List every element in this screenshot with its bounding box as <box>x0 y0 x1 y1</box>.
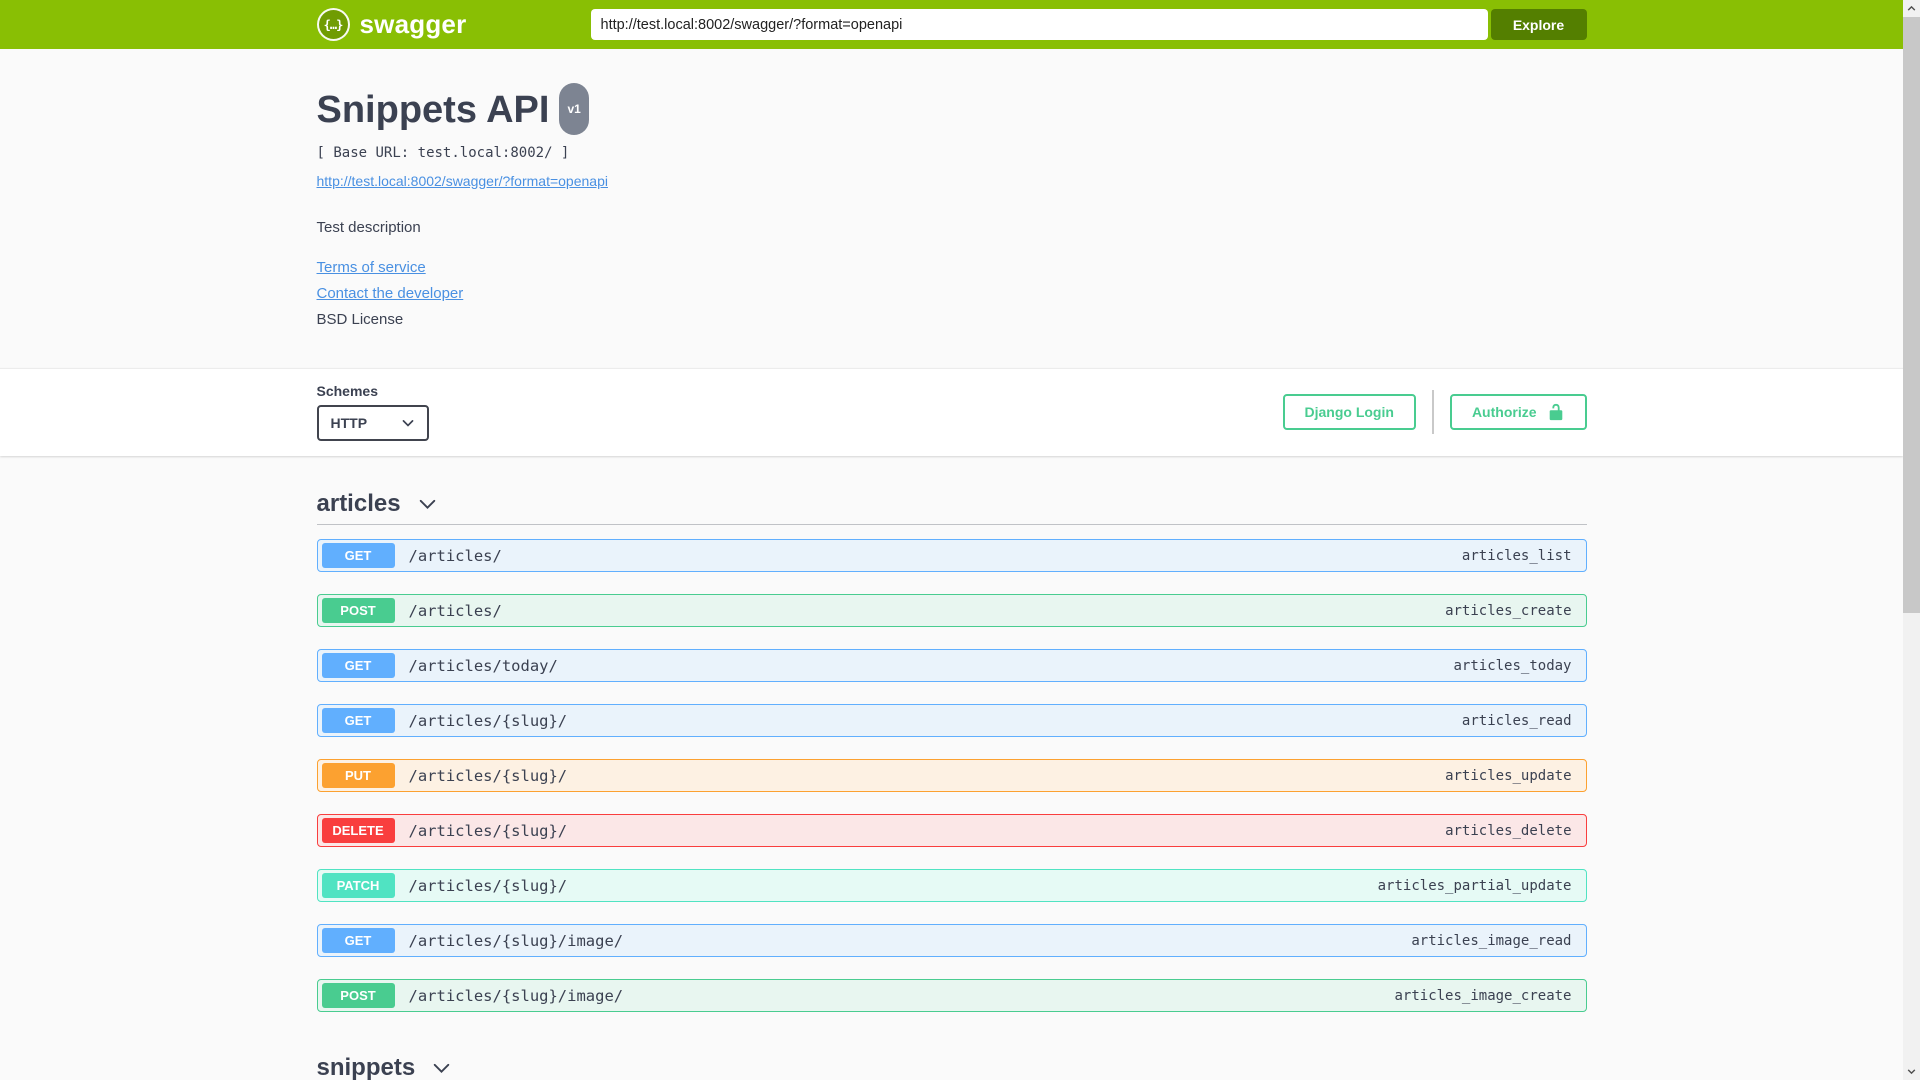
opblock-articles_update[interactable]: PUT/articles/{slug}/ articles_update <box>316 759 1587 792</box>
method-badge: POST <box>321 598 395 623</box>
api-description: Test description <box>316 219 421 236</box>
operation-path: /articles/ <box>408 546 502 565</box>
schemes-label: Schemes <box>316 383 378 399</box>
scrollbar-down-button[interactable] <box>1903 1063 1920 1080</box>
chevron-down-icon <box>419 499 435 509</box>
chevron-down-icon <box>402 420 413 427</box>
schemes-block: Schemes HTTP <box>316 383 429 441</box>
opblock-articles_read[interactable]: GET/articles/{slug}/ articles_read <box>316 704 1587 737</box>
opblock-articles_list[interactable]: GET/articles/articles_list <box>316 539 1587 572</box>
swagger-logo-icon: {…} <box>316 8 350 41</box>
brand-name: swagger <box>359 9 467 39</box>
operation-path: /articles/today/ <box>408 656 558 675</box>
operation-id: articles_delete <box>1445 822 1572 839</box>
method-badge: GET <box>321 928 395 953</box>
method-badge: PATCH <box>321 873 395 898</box>
tag-header-articles[interactable]: articles <box>316 490 1587 525</box>
scrollbar-thumb[interactable] <box>1903 17 1920 613</box>
django-login-label: Django Login <box>1304 404 1394 420</box>
operation-path: /articles/ <box>408 601 502 620</box>
method-badge: GET <box>321 708 395 733</box>
operation-id: articles_list <box>1461 547 1572 564</box>
method-badge: PUT <box>321 763 395 788</box>
tag-operations: GET/articles/articles_list POST/articles/… <box>316 539 1587 1012</box>
contact-developer-link[interactable]: Contact the developer <box>317 285 1587 302</box>
unlock-icon <box>1549 403 1562 421</box>
api-tag-section-articles: articles GET/articles/articles_list POST/a… <box>316 490 1587 1012</box>
method-badge: GET <box>321 543 395 568</box>
opblock-articles_delete[interactable]: DELETE/articles/{slug}/ articles_delete <box>316 814 1587 847</box>
operation-id: articles_image_read <box>1411 932 1572 949</box>
terms-of-service-link[interactable]: Terms of service <box>317 259 1587 276</box>
scheme-container: Schemes HTTP Django Login Authorize <box>0 368 1903 456</box>
auth-divider <box>1431 390 1434 434</box>
operation-id: articles_image_create <box>1394 987 1572 1004</box>
authorize-label: Authorize <box>1471 404 1537 420</box>
tag-header-snippets[interactable]: snippets <box>317 1054 1587 1080</box>
auth-wrapper: Django Login Authorize <box>1282 390 1587 434</box>
method-badge: GET <box>321 653 395 678</box>
opblock-articles_partial_update[interactable]: PATCH/articles/{slug}/ articles_partial_u… <box>316 869 1587 902</box>
operation-path: /articles/{slug}/image/ <box>408 986 624 1005</box>
topbar: {…} swagger Explore <box>0 0 1903 49</box>
chevron-down-icon <box>1907 1069 1916 1075</box>
opblock-articles_image_read[interactable]: GET/articles/{slug}/image/articles_image… <box>316 924 1587 957</box>
explore-button[interactable]: Explore <box>1490 9 1587 40</box>
operation-id: articles_partial_update <box>1377 877 1572 894</box>
operations-list: articles GET/articles/articles_list POST/a… <box>316 456 1587 1080</box>
browser-viewport: {…} swagger Explore Snippets APIv1 [ Bas… <box>0 0 1920 1080</box>
tag-name: articles <box>316 490 401 517</box>
django-login-button[interactable]: Django Login <box>1282 394 1416 430</box>
vertical-scrollbar[interactable] <box>1903 0 1920 1080</box>
operation-path: /articles/{slug}/image/ <box>408 931 624 950</box>
spec-url-input[interactable] <box>590 9 1488 40</box>
api-title-text: Snippets API <box>316 89 550 131</box>
operation-id: articles_read <box>1461 712 1572 729</box>
authorize-button[interactable]: Authorize <box>1449 394 1587 430</box>
operation-id: articles_update <box>1445 767 1572 784</box>
operation-path: /articles/{slug}/ <box>408 821 568 840</box>
tag-name: snippets <box>316 1054 416 1080</box>
method-badge: DELETE <box>321 818 395 843</box>
scheme-selected-value: HTTP <box>330 415 368 431</box>
swagger-brand: {…} swagger <box>316 8 467 41</box>
api-tag-section-snippets: snippetsGET/snippets/snippets_list <box>317 1054 1587 1080</box>
opblock-articles_create[interactable]: POST/articles/articles_create <box>316 594 1587 627</box>
version-badge: v1 <box>559 83 589 135</box>
base-url-text: [ Base URL: test.local:8002/ ] <box>316 145 570 161</box>
operation-path: /articles/{slug}/ <box>408 876 568 895</box>
scrollbar-up-button[interactable] <box>1903 0 1920 17</box>
method-badge: POST <box>321 983 395 1008</box>
chevron-down-icon <box>433 1063 450 1073</box>
api-info-section: Snippets API v1 [ Base URL: test.local:80… <box>0 49 1903 368</box>
spec-link[interactable]: http://test.local:8002/swagger/?format=o… <box>317 173 608 189</box>
license-text: BSD License <box>316 311 404 328</box>
scheme-select[interactable]: HTTP <box>316 405 429 441</box>
opblock-articles_today[interactable]: GET/articles/today/articles_today <box>316 649 1587 682</box>
operation-id: articles_today <box>1453 657 1572 674</box>
chevron-up-icon <box>1907 5 1916 11</box>
page-title: Snippets API v1 <box>316 83 1587 139</box>
opblock-articles_image_create[interactable]: POST/articles/{slug}/image/articles_imag… <box>316 979 1587 1012</box>
operation-path: /articles/{slug}/ <box>408 711 568 730</box>
swagger-page: {…} swagger Explore Snippets APIv1 [ Bas… <box>0 0 1903 1080</box>
spec-url-form: Explore <box>590 9 1587 40</box>
operation-path: /articles/{slug}/ <box>408 766 568 785</box>
operation-id: articles_create <box>1445 602 1572 619</box>
